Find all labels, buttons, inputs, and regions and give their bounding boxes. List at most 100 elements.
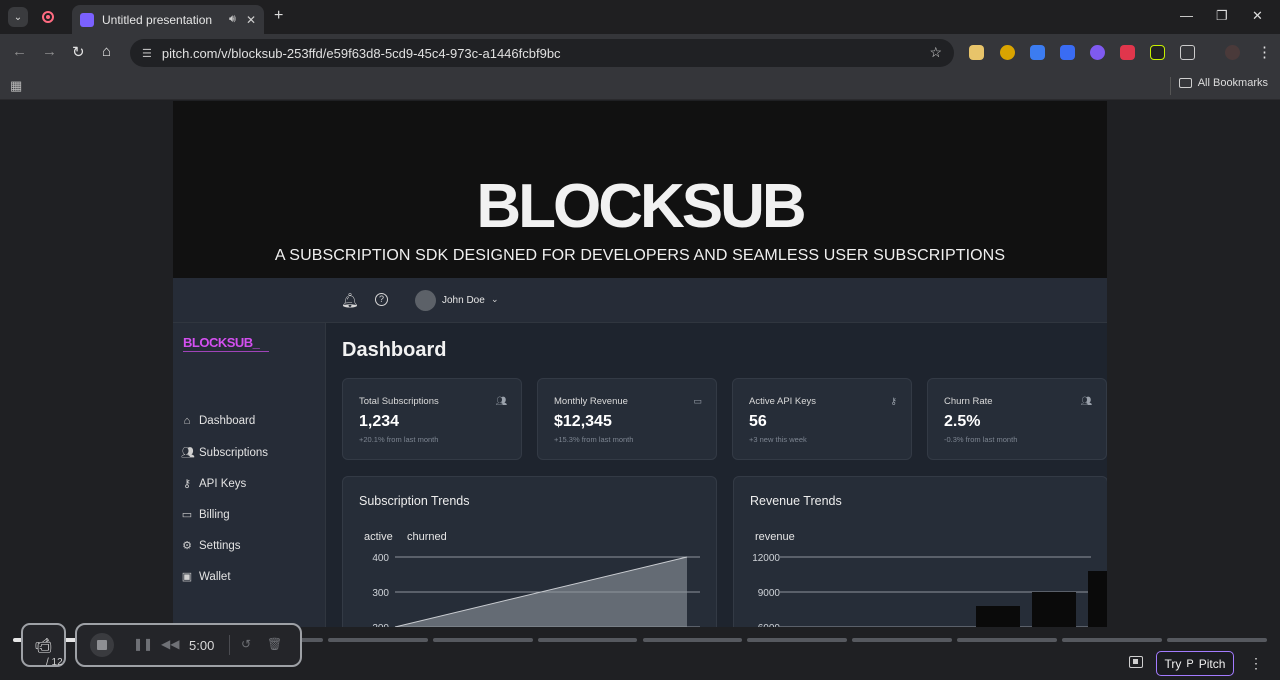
browser-menu-icon[interactable]: ⋮	[1257, 43, 1272, 61]
trash-icon[interactable]: 🗑︎	[267, 637, 282, 651]
recording-indicator-icon[interactable]	[42, 11, 54, 23]
tab-search-dropdown[interactable]: ⌄	[8, 7, 28, 27]
try-label: Try	[1164, 656, 1182, 671]
extension-icon[interactable]	[1030, 45, 1045, 60]
card-subtext: +15.3% from last month	[554, 435, 634, 444]
extension-icon[interactable]	[1120, 45, 1135, 60]
progress-segment[interactable]	[852, 638, 953, 642]
rewind-icon[interactable]: ◀◀	[161, 637, 179, 651]
address-bar[interactable]: ☰ pitch.com/v/blocksub-253ffd/e59f63d8-5…	[130, 39, 954, 67]
sidebar-item-label: Billing	[199, 508, 230, 521]
card-subtext: +3 new this week	[749, 435, 807, 444]
sidebar-item-settings: ⚙ Settings	[181, 539, 241, 553]
extension-icon[interactable]	[1000, 45, 1015, 60]
extensions-puzzle-icon[interactable]	[1180, 45, 1195, 60]
blocksub-logo: BLOCKSUB_	[183, 335, 270, 352]
video-camera-icon: 📹︎	[34, 636, 53, 653]
recording-timer: 5:00	[189, 638, 215, 653]
progress-segment[interactable]	[537, 638, 638, 642]
speaker-icon[interactable]: 🔊︎	[229, 13, 236, 26]
subscription-trends-panel: Subscription Trends active churned 400 30…	[342, 476, 717, 627]
dashboard-main: Dashboard Total Subscriptions 1,234 +20.…	[326, 323, 1107, 627]
card-value: 1,234	[359, 413, 400, 430]
extension-icon[interactable]	[969, 45, 984, 60]
sidebar-item-label: API Keys	[199, 477, 247, 490]
progress-segment[interactable]	[1167, 638, 1267, 642]
try-pitch-button[interactable]: Try P Pitch	[1156, 651, 1234, 676]
bookmarks-bar: ▦ All Bookmarks	[0, 72, 1280, 100]
slide-subtitle: A SUBSCRIPTION SDK DESIGNED FOR DEVELOPE…	[274, 247, 1006, 264]
all-bookmarks-button[interactable]: All Bookmarks	[1178, 77, 1268, 89]
fullscreen-icon[interactable]	[1129, 656, 1143, 668]
more-options-icon[interactable]: ⋮	[1249, 655, 1263, 672]
browser-toolbar: ← → ↻ ⌂ ☰ pitch.com/v/blocksub-253ffd/e5…	[0, 34, 1280, 72]
restore-icon[interactable]: ❐	[1216, 8, 1228, 24]
key-icon: ⚷	[890, 396, 897, 406]
page-title: Dashboard	[342, 339, 447, 361]
browser-tab-bar: ⌄ Untitled presentation 🔊︎ ✕ + — ❐ ✕	[0, 0, 1280, 34]
stat-card-total-subscriptions: Total Subscriptions 1,234 +20.1% from la…	[342, 378, 522, 460]
new-tab-button[interactable]: +	[274, 7, 283, 25]
progress-segment[interactable]	[327, 638, 428, 642]
stop-recording-button[interactable]	[90, 633, 114, 657]
forward-button[interactable]: →	[42, 43, 57, 60]
apps-grid-icon[interactable]: ▦	[10, 78, 22, 94]
close-window-icon[interactable]: ✕	[1252, 8, 1263, 24]
revenue-trends-panel: Revenue Trends revenue 12000 9000 6000	[733, 476, 1107, 627]
stat-card-churn-rate: Churn Rate 2.5% -0.3% from last month 👥︎	[927, 378, 1107, 460]
slide: BLOCKSUB A SUBSCRIPTION SDK DESIGNED FOR…	[173, 101, 1107, 627]
revenue-bar	[1088, 571, 1107, 627]
sidebar-item-label: Subscriptions	[199, 446, 269, 459]
card-value: 2.5%	[944, 413, 981, 430]
users-icon: 👥︎	[1080, 396, 1092, 406]
close-tab-icon[interactable]: ✕	[246, 13, 256, 27]
progress-segment[interactable]	[957, 638, 1058, 642]
card-label: Monthly Revenue	[554, 396, 628, 407]
card-subtext: +20.1% from last month	[359, 435, 439, 444]
back-button[interactable]: ←	[12, 43, 27, 60]
progress-segment[interactable]	[747, 638, 848, 642]
user-name: John Doe	[442, 295, 485, 306]
pitch-favicon-icon	[80, 12, 94, 27]
dashboard-mockup: 🔔︎ ? John Doe ⌄ BLOCKSUB_ ⌂ Dashboard 👥︎…	[173, 278, 1107, 627]
credit-card-icon: ▭	[693, 396, 702, 406]
progress-segment[interactable]	[1062, 638, 1163, 642]
bookmark-star-icon[interactable]: ☆	[929, 44, 942, 61]
sidebar-item-billing: ▭ Billing	[181, 508, 230, 522]
subscription-chart: 400 300 200	[372, 553, 700, 627]
browser-tab[interactable]: Untitled presentation 🔊︎ ✕	[72, 5, 264, 34]
site-info-icon[interactable]: ☰	[142, 47, 152, 60]
revenue-chart: 12000 9000 6000	[752, 553, 1107, 627]
reload-button[interactable]: ↻	[72, 43, 85, 61]
slide-counter: / 12	[46, 657, 63, 668]
card-subtext: -0.3% from last month	[944, 435, 1018, 444]
pitch-label: Pitch	[1198, 656, 1226, 671]
progress-segment[interactable]	[432, 638, 533, 642]
folder-icon	[1178, 78, 1192, 88]
y-tick-label: 300	[372, 588, 389, 599]
url-text: pitch.com/v/blocksub-253ffd/e59f63d8-5cd…	[161, 45, 561, 61]
restart-icon[interactable]: ↺	[241, 637, 251, 651]
progress-segment[interactable]	[642, 638, 743, 642]
extension-icon[interactable]	[1090, 45, 1105, 60]
extension-icon[interactable]	[1060, 45, 1075, 60]
minimize-icon[interactable]: —	[1180, 8, 1193, 23]
credit-card-icon: ▭	[181, 509, 193, 521]
help-icon: ?	[375, 293, 388, 306]
card-value: 56	[749, 413, 767, 430]
y-tick-label: 6000	[758, 623, 781, 627]
sidebar-item-label: Settings	[199, 539, 241, 552]
sidebar-item-label: Dashboard	[199, 415, 256, 427]
avatar	[415, 290, 436, 311]
extension-icon[interactable]	[1150, 45, 1165, 60]
profile-avatar[interactable]	[1225, 45, 1240, 60]
wallet-icon: ▣	[181, 571, 193, 583]
y-tick-label: 400	[372, 553, 389, 564]
sidebar-item-label: Wallet	[199, 570, 231, 583]
home-button[interactable]: ⌂	[102, 43, 111, 60]
slide-brand-title: BLOCKSUB	[476, 172, 806, 241]
dashboard-sidebar: BLOCKSUB_ ⌂ Dashboard 👥︎ Subscriptions ⚷…	[173, 323, 326, 627]
gear-icon: ⚙	[182, 540, 192, 552]
pause-icon[interactable]: ❚❚	[133, 637, 153, 651]
stat-card-monthly-revenue: Monthly Revenue $12,345 +15.3% from last…	[537, 378, 717, 460]
